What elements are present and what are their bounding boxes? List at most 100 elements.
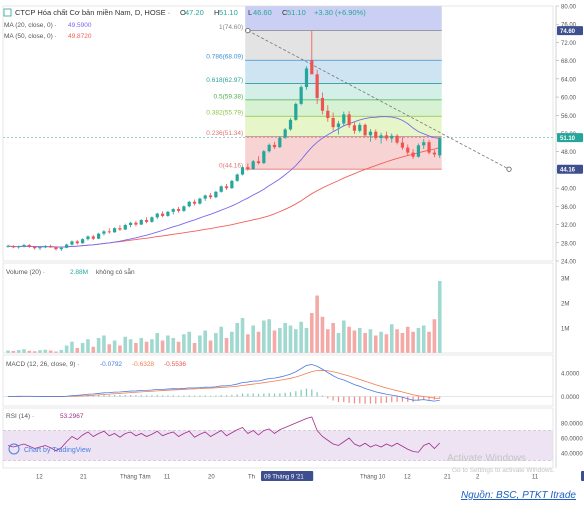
candle-body[interactable]: [81, 239, 84, 243]
volume-bar[interactable]: [347, 327, 351, 353]
fibonacci-retracement[interactable]: 1(74.60)0.786(68.09)0.618(62.97)0.5(59.3…: [206, 6, 441, 170]
volume-bar[interactable]: [257, 332, 261, 353]
candle-body[interactable]: [337, 123, 340, 127]
volume-bar[interactable]: [310, 313, 314, 353]
candle-body[interactable]: [427, 142, 430, 152]
volume-bar[interactable]: [171, 338, 175, 353]
candle-body[interactable]: [204, 195, 207, 198]
candle-body[interactable]: [86, 236, 89, 239]
candle-body[interactable]: [38, 247, 41, 248]
volume-bar[interactable]: [97, 338, 101, 353]
volume-bar[interactable]: [315, 296, 319, 354]
volume-bar[interactable]: [230, 332, 234, 353]
stock-chart[interactable]: 1(74.60)0.786(68.09)0.618(62.97)0.5(59.3…: [0, 0, 584, 512]
volume-bar[interactable]: [283, 323, 287, 353]
candle-body[interactable]: [6, 246, 9, 247]
volume-bar[interactable]: [401, 333, 405, 353]
candle-body[interactable]: [305, 68, 308, 87]
candle-body[interactable]: [358, 125, 361, 131]
volume-bar[interactable]: [86, 339, 90, 353]
volume-bar[interactable]: [166, 336, 170, 354]
volume-bar[interactable]: [134, 343, 138, 353]
candle-body[interactable]: [284, 129, 287, 137]
volume-bar[interactable]: [161, 341, 165, 354]
volume-bar[interactable]: [209, 341, 213, 354]
volume-bar[interactable]: [187, 332, 191, 353]
candle-body[interactable]: [380, 135, 383, 138]
candle-body[interactable]: [316, 74, 319, 98]
candle-body[interactable]: [273, 145, 276, 147]
volume-bar[interactable]: [342, 321, 346, 354]
volume-bar[interactable]: [326, 329, 330, 353]
volume-bar[interactable]: [438, 281, 442, 353]
candle-body[interactable]: [28, 245, 31, 247]
candle-body[interactable]: [166, 212, 169, 216]
volume-bar[interactable]: [353, 331, 357, 354]
volume-bar[interactable]: [331, 323, 335, 353]
candle-body[interactable]: [118, 228, 121, 229]
candle-body[interactable]: [108, 231, 111, 232]
volume-bar[interactable]: [6, 351, 10, 354]
candle-body[interactable]: [33, 247, 36, 248]
candle-body[interactable]: [220, 186, 223, 191]
candle-body[interactable]: [129, 223, 132, 225]
candle-body[interactable]: [321, 98, 324, 111]
candle-body[interactable]: [12, 246, 15, 247]
volume-bar[interactable]: [305, 328, 309, 353]
candle-body[interactable]: [406, 148, 409, 153]
volume-bar[interactable]: [44, 350, 48, 353]
volume-bar[interactable]: [241, 318, 245, 353]
volume-bar[interactable]: [251, 326, 255, 354]
candle-body[interactable]: [332, 118, 335, 127]
candle-body[interactable]: [385, 135, 388, 138]
volume-bar[interactable]: [294, 329, 298, 353]
candle-body[interactable]: [102, 231, 105, 233]
candle-body[interactable]: [182, 206, 185, 211]
candle-body[interactable]: [236, 174, 239, 180]
volume-bar[interactable]: [225, 338, 229, 353]
collapse-icon[interactable]: [4, 9, 11, 16]
candle-body[interactable]: [17, 246, 20, 247]
volume-bar[interactable]: [49, 351, 53, 354]
candle-body[interactable]: [124, 225, 127, 230]
volume-bar[interactable]: [182, 334, 186, 353]
volume-bar[interactable]: [262, 321, 266, 354]
candle-body[interactable]: [188, 202, 191, 207]
volume-bar[interactable]: [107, 344, 111, 353]
volume-bar[interactable]: [422, 326, 426, 354]
candle-body[interactable]: [140, 220, 143, 225]
candle-body[interactable]: [364, 125, 367, 135]
volume-bar[interactable]: [81, 343, 85, 353]
chart-svg[interactable]: 1(74.60)0.786(68.09)0.618(62.97)0.5(59.3…: [0, 0, 584, 512]
volume-bar[interactable]: [406, 327, 410, 353]
candle-body[interactable]: [433, 153, 436, 155]
trend-handle[interactable]: [246, 28, 250, 32]
volume-bar[interactable]: [145, 342, 149, 353]
volume-bar[interactable]: [113, 341, 117, 354]
candle-body[interactable]: [22, 245, 25, 246]
volume-bar[interactable]: [321, 317, 325, 353]
volume-bar[interactable]: [177, 342, 181, 353]
volume-bar[interactable]: [363, 333, 367, 353]
volume-bar[interactable]: [203, 331, 207, 354]
candle-body[interactable]: [113, 228, 116, 232]
volume-bar[interactable]: [417, 328, 421, 353]
candle-body[interactable]: [214, 192, 217, 197]
candle-body[interactable]: [230, 181, 233, 188]
candle-body[interactable]: [289, 120, 292, 130]
candle-body[interactable]: [342, 114, 345, 123]
candle-body[interactable]: [177, 209, 180, 211]
candle-body[interactable]: [262, 151, 265, 163]
candle-body[interactable]: [198, 199, 201, 204]
volume-bar[interactable]: [60, 350, 64, 353]
candle-body[interactable]: [65, 245, 68, 248]
volume-bar[interactable]: [385, 334, 389, 353]
volume-bar[interactable]: [379, 332, 383, 353]
volume-bar[interactable]: [38, 350, 42, 353]
volume-bar[interactable]: [150, 339, 154, 353]
volume-bar[interactable]: [28, 351, 32, 353]
candle-body[interactable]: [401, 143, 404, 148]
candle-body[interactable]: [209, 195, 212, 197]
volume-bar[interactable]: [219, 327, 223, 353]
candle-body[interactable]: [134, 223, 137, 225]
